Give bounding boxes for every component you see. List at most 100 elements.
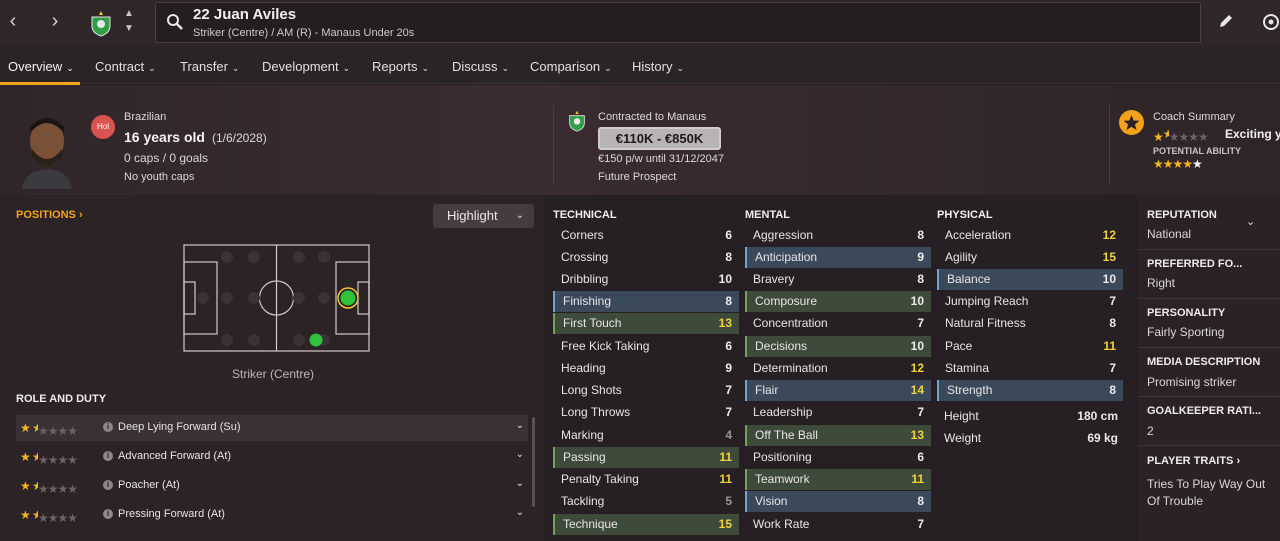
highlight-dropdown[interactable]: Highlight ⌄ bbox=[433, 204, 534, 228]
attribute-value: 11 bbox=[719, 472, 732, 486]
player-search-box[interactable]: 22 Juan Aviles Striker (Centre) / AM (R)… bbox=[155, 2, 1201, 43]
attribute-row[interactable]: Balance 10 bbox=[937, 269, 1123, 290]
attribute-value: 7 bbox=[917, 517, 924, 531]
attribute-row[interactable]: Bravery 8 bbox=[745, 269, 931, 290]
attribute-row[interactable]: Heading 9 bbox=[553, 358, 739, 379]
coach-summary-text: Exciting y bbox=[1225, 127, 1280, 141]
info-icon[interactable]: i bbox=[103, 451, 113, 461]
attribute-row[interactable]: Dribbling 10 bbox=[553, 269, 739, 290]
attribute-value: 7 bbox=[725, 405, 732, 419]
player-info-sidebar: REPUTATION ⌄ National PREFERRED FO... Ri… bbox=[1138, 195, 1280, 541]
chevron-down-icon[interactable]: ⌄ bbox=[516, 420, 524, 431]
physical-attributes: PHYSICAL Acceleration 12 Agility 15 Balanc… bbox=[937, 195, 1125, 541]
attribute-value: 10 bbox=[1102, 272, 1116, 286]
chevron-down-icon: ⌄ bbox=[421, 63, 430, 73]
roles-scrollbar[interactable] bbox=[532, 417, 535, 507]
attribute-row[interactable]: Leadership 7 bbox=[745, 402, 931, 423]
attribute-name: Work Rate bbox=[753, 517, 810, 531]
role-row[interactable]: ★ ★★★★★ i Advanced Forward (At) ⌄ bbox=[16, 444, 528, 470]
edit-pencil-icon[interactable] bbox=[1218, 13, 1234, 29]
info-icon[interactable]: i bbox=[103, 480, 113, 490]
attribute-row[interactable]: Concentration 7 bbox=[745, 313, 931, 334]
role-row[interactable]: ★ ★★★★★ i Pressing Forward (At) ⌄ bbox=[16, 502, 528, 528]
attribute-name: Technique bbox=[563, 517, 618, 531]
attribute-row[interactable]: Crossing 8 bbox=[553, 247, 739, 268]
attribute-row[interactable]: Positioning 6 bbox=[745, 447, 931, 468]
player-traits-link[interactable]: PLAYER TRAITS › bbox=[1147, 455, 1277, 467]
football-menu-icon[interactable] bbox=[1262, 13, 1280, 31]
attribute-value: 8 bbox=[725, 294, 732, 308]
chevron-down-icon: ⌄ bbox=[231, 63, 240, 73]
attribute-name: Passing bbox=[563, 450, 606, 464]
chevron-down-icon[interactable]: ⌄ bbox=[516, 507, 524, 518]
attribute-row[interactable]: Stamina 7 bbox=[937, 358, 1123, 379]
tab-transfer[interactable]: Transfer ⌄ bbox=[180, 59, 239, 74]
attribute-row[interactable]: Jumping Reach 7 bbox=[937, 291, 1123, 312]
caps-goals: 0 caps / 0 goals bbox=[124, 151, 209, 165]
attribute-row[interactable]: Agility 15 bbox=[937, 247, 1123, 268]
attribute-row[interactable]: Work Rate 7 bbox=[745, 514, 931, 535]
nationality: Brazilian bbox=[124, 111, 167, 123]
attribute-row[interactable]: Technique 15 bbox=[553, 514, 739, 535]
attribute-row[interactable]: Passing 11 bbox=[553, 447, 739, 468]
attribute-row[interactable]: Strength 8 bbox=[937, 380, 1123, 401]
potential-ability-label: POTENTIAL ABILITY bbox=[1153, 146, 1242, 156]
attribute-row[interactable]: Off The Ball 13 bbox=[745, 425, 931, 446]
positions-link[interactable]: POSITIONS › bbox=[16, 209, 83, 221]
club-crest-icon[interactable] bbox=[90, 10, 112, 37]
attribute-row[interactable]: Pace 11 bbox=[937, 336, 1123, 357]
attribute-row[interactable]: Long Throws 7 bbox=[553, 402, 739, 423]
reputation-label: REPUTATION bbox=[1147, 209, 1217, 221]
info-icon[interactable]: i bbox=[103, 422, 113, 432]
attribute-row[interactable]: Corners 6 bbox=[553, 225, 739, 246]
chevron-down-icon[interactable]: ⌄ bbox=[516, 449, 524, 460]
attribute-name: Stamina bbox=[945, 361, 990, 375]
player-summary-banner: Hol Brazilian 16 years old (1/6/2028) 0 … bbox=[0, 85, 1280, 195]
tab-label: Development bbox=[262, 59, 339, 74]
attribute-row[interactable]: Free Kick Taking 6 bbox=[553, 336, 739, 357]
divider bbox=[1109, 105, 1110, 185]
attribute-name: Tackling bbox=[561, 494, 605, 508]
chevron-down-icon: ⌄ bbox=[604, 63, 612, 73]
transfer-value-badge[interactable]: €110K - €850K bbox=[598, 127, 721, 150]
tab-label: Overview bbox=[8, 59, 63, 74]
tab-discuss[interactable]: Discuss ⌄ bbox=[452, 59, 509, 74]
attribute-row[interactable]: Finishing 8 bbox=[553, 291, 739, 312]
attribute-row[interactable]: Anticipation 9 bbox=[745, 247, 931, 268]
player-switch-arrows-icon[interactable]: ▲ ▼ bbox=[122, 6, 136, 40]
attribute-row[interactable]: Marking 4 bbox=[553, 425, 739, 446]
back-icon[interactable]: ‹ bbox=[3, 10, 23, 34]
tab-contract[interactable]: Contract ⌄ bbox=[95, 59, 156, 74]
tab-label: Reports bbox=[372, 59, 418, 74]
attribute-row[interactable]: First Touch 13 bbox=[553, 313, 739, 334]
attribute-name: Balance bbox=[947, 272, 991, 286]
technical-title: TECHNICAL bbox=[553, 209, 617, 221]
attribute-row[interactable]: Flair 14 bbox=[745, 380, 931, 401]
role-row[interactable]: ★ ★★★★★ i Deep Lying Forward (Su) ⌄ bbox=[16, 415, 528, 441]
attribute-row[interactable]: Aggression 8 bbox=[745, 225, 931, 246]
tab-history[interactable]: History ⌄ bbox=[632, 59, 684, 74]
info-icon[interactable]: i bbox=[103, 509, 113, 519]
tab-development[interactable]: Development ⌄ bbox=[262, 59, 350, 74]
tab-reports[interactable]: Reports ⌄ bbox=[372, 59, 429, 74]
attribute-row[interactable]: Acceleration 12 bbox=[937, 225, 1123, 246]
attribute-row[interactable]: Penalty Taking 11 bbox=[553, 469, 739, 490]
chevron-down-icon[interactable]: ⌄ bbox=[516, 478, 524, 489]
attribute-name: Heading bbox=[561, 361, 606, 375]
attribute-row[interactable]: Long Shots 7 bbox=[553, 380, 739, 401]
attribute-row[interactable]: Natural Fitness 8 bbox=[937, 313, 1123, 334]
tab-overview[interactable]: Overview ⌄ bbox=[8, 59, 74, 74]
attribute-value: 10 bbox=[718, 272, 732, 286]
attribute-row[interactable]: Decisions 10 bbox=[745, 336, 931, 357]
attribute-row[interactable]: Determination 12 bbox=[745, 358, 931, 379]
attribute-row[interactable]: Composure 10 bbox=[745, 291, 931, 312]
attribute-row[interactable]: Tackling 5 bbox=[553, 491, 739, 512]
forward-icon[interactable]: › bbox=[45, 10, 65, 34]
attribute-row[interactable]: Vision 8 bbox=[745, 491, 931, 512]
holiday-status-badge[interactable]: Hol bbox=[91, 115, 115, 139]
height-row: Height 180 cm bbox=[944, 409, 1118, 423]
attribute-name: Determination bbox=[753, 361, 828, 375]
role-row[interactable]: ★ ★★★★★ i Poacher (At) ⌄ bbox=[16, 473, 528, 499]
tab-comparison[interactable]: Comparison ⌄ bbox=[530, 59, 612, 74]
attribute-row[interactable]: Teamwork 11 bbox=[745, 469, 931, 490]
